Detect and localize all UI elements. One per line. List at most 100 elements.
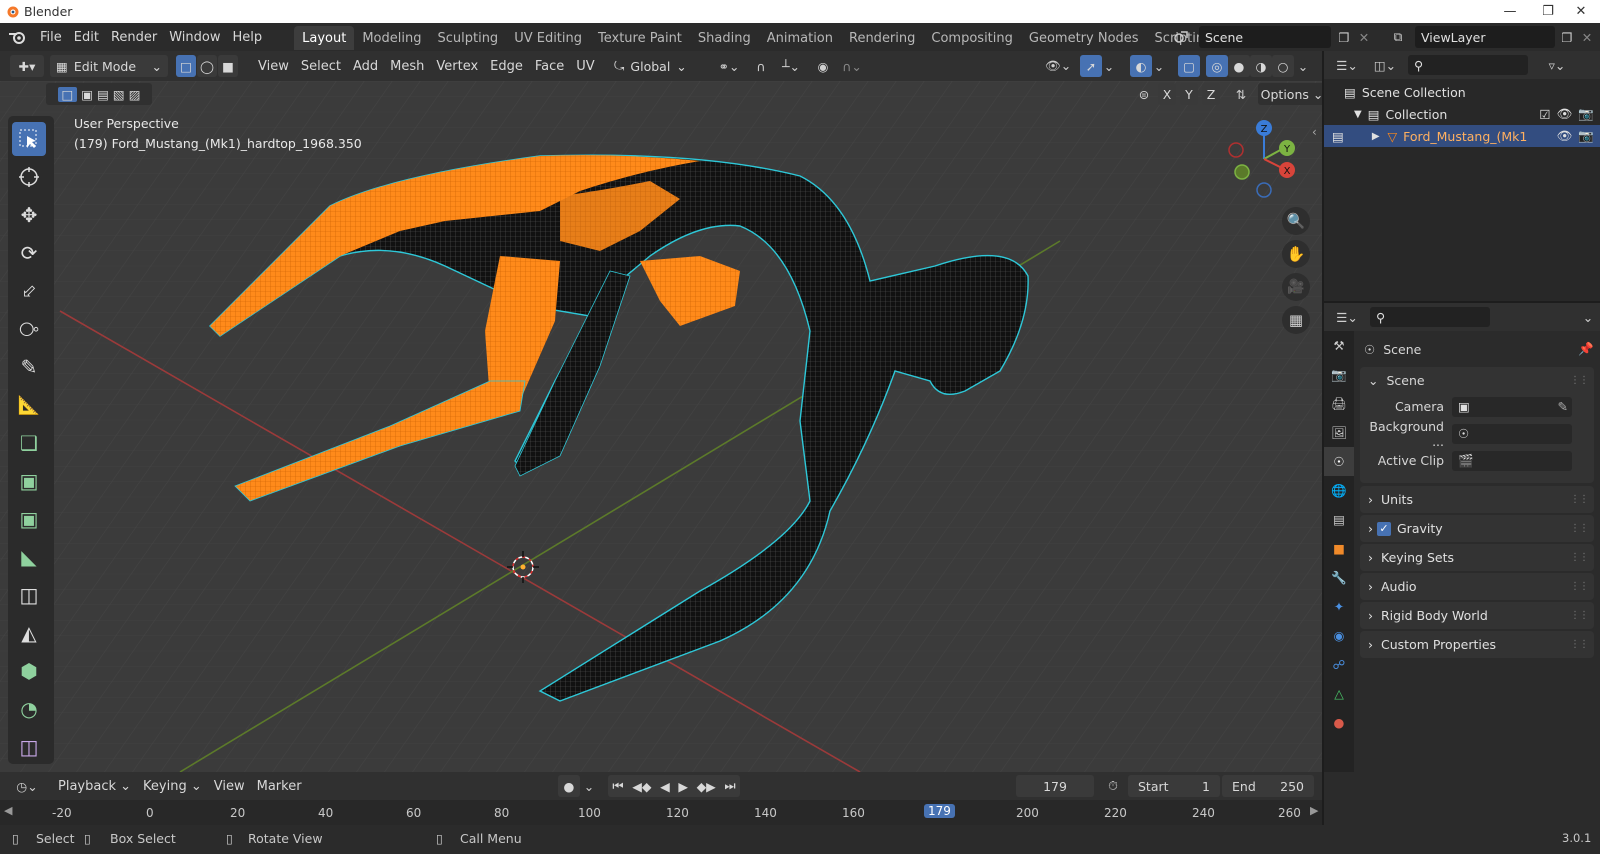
remove-scene-icon[interactable]: ✕ bbox=[1356, 26, 1372, 48]
chevron-down-icon[interactable]: ⌄ bbox=[1152, 55, 1166, 77]
auto-merge-icon[interactable]: ⇅ bbox=[1230, 87, 1252, 102]
smooth-tool-icon[interactable]: ◫ bbox=[12, 730, 46, 764]
camera-view-icon[interactable]: 🎥 bbox=[1282, 273, 1310, 301]
menu-add[interactable]: Add bbox=[347, 59, 384, 74]
gizmo-toggle-icon[interactable]: ➚ bbox=[1080, 55, 1102, 77]
tab-modeling[interactable]: Modeling bbox=[354, 26, 429, 50]
select-subtract-icon[interactable]: ▤ bbox=[97, 87, 109, 102]
scene-tab-icon[interactable]: ☉ bbox=[1324, 447, 1354, 476]
view-layer-tab-icon[interactable]: 🖼 bbox=[1324, 418, 1354, 447]
outliner-search-input[interactable]: ⚲ bbox=[1408, 55, 1528, 75]
mirror-x-button[interactable]: X bbox=[1158, 83, 1176, 105]
menu-edit[interactable]: Edit bbox=[68, 23, 105, 51]
rigid-body-world-panel[interactable]: › Rigid Body World ⋮⋮ bbox=[1360, 602, 1594, 629]
pin-icon[interactable]: 📌 bbox=[1578, 341, 1594, 357]
visibility-icon[interactable]: 👁⌄ bbox=[1040, 55, 1076, 77]
menu-vertex[interactable]: Vertex bbox=[430, 59, 484, 74]
menu-view[interactable]: View bbox=[252, 59, 295, 74]
select-new-icon[interactable]: □ bbox=[57, 86, 78, 102]
camera-icon[interactable]: 📷 bbox=[1578, 106, 1594, 122]
pivot-icon[interactable]: ⚭⌄ bbox=[712, 55, 746, 77]
object-mode-icon[interactable]: ▤ bbox=[1332, 129, 1344, 144]
eye-icon[interactable]: 👁 bbox=[1557, 106, 1573, 122]
extrude-tool-icon[interactable]: ▣ bbox=[12, 464, 46, 498]
menu-mesh[interactable]: Mesh bbox=[384, 59, 430, 74]
tab-geometry-nodes[interactable]: Geometry Nodes bbox=[1021, 26, 1147, 50]
drag-handle-icon[interactable]: ⋮⋮ bbox=[1570, 523, 1589, 534]
mirror-z-button[interactable]: Z bbox=[1202, 83, 1220, 105]
modifier-tab-icon[interactable]: 🔧 bbox=[1324, 563, 1354, 592]
spin-tool-icon[interactable]: ◔ bbox=[12, 692, 46, 726]
chevron-down-icon[interactable]: ⌄ bbox=[1576, 310, 1600, 325]
viewlayer-icon[interactable]: ⧉ bbox=[1384, 26, 1412, 48]
record-icon[interactable]: ● bbox=[558, 775, 580, 797]
cursor-tool-icon[interactable] bbox=[12, 160, 46, 194]
tab-animation[interactable]: Animation bbox=[759, 26, 841, 50]
3d-viewport[interactable]: Z Y X 🔍 ✋ 🎥 ▦ □ ▣ ▤ ▧ ▨ ⊜ X Y Z ⇅ Option… bbox=[0, 81, 1322, 772]
tool-tab-icon[interactable]: ⚒ bbox=[1324, 331, 1354, 360]
camera-icon[interactable]: 📷 bbox=[1578, 128, 1594, 144]
tab-sculpting[interactable]: Sculpting bbox=[429, 26, 506, 50]
annotate-tool-icon[interactable]: ✎ bbox=[12, 350, 46, 384]
physics-tab-icon[interactable]: ◉ bbox=[1324, 621, 1354, 650]
eyedropper-icon[interactable]: ✎ bbox=[1558, 399, 1568, 414]
mirror-icon[interactable]: ⊜ bbox=[1134, 87, 1154, 102]
chevron-right-icon[interactable]: ▶ bbox=[1372, 131, 1380, 142]
tab-texture-paint[interactable]: Texture Paint bbox=[590, 26, 690, 50]
menu-face[interactable]: Face bbox=[529, 59, 570, 74]
gizmo-neg-x-icon[interactable] bbox=[1228, 142, 1244, 158]
select-mode-buttons[interactable]: □ ▣ ▤ ▧ ▨ bbox=[46, 83, 152, 105]
chevron-down-icon[interactable]: ⌄ bbox=[582, 775, 596, 797]
menu-playback[interactable]: Playback ⌄ bbox=[52, 779, 137, 794]
drag-handle-icon[interactable]: ⋮⋮ bbox=[1570, 375, 1589, 386]
transform-orientation[interactable]: ⤿ Global ⌄ bbox=[614, 55, 704, 77]
drag-handle-icon[interactable]: ⋮⋮ bbox=[1570, 639, 1589, 650]
object-tab-icon[interactable]: ■ bbox=[1324, 534, 1354, 563]
outliner-editor-icon[interactable]: ☰⌄ bbox=[1332, 58, 1362, 73]
scene-panel-header[interactable]: ⌄ Scene ⋮⋮ bbox=[1360, 367, 1594, 393]
falloff-icon[interactable]: ∩⌄ bbox=[838, 55, 866, 77]
gravity-checkbox[interactable]: ✓ bbox=[1377, 521, 1391, 536]
filter-icon[interactable]: ▿⌄ bbox=[1542, 58, 1572, 73]
background-field[interactable]: ☉ bbox=[1452, 423, 1572, 444]
select-invert-icon[interactable]: ▧ bbox=[113, 87, 125, 102]
outliner-object-row[interactable]: ▤ ▶ ▽ Ford_Mustang_(Mk1 👁 📷 bbox=[1324, 125, 1600, 147]
outliner-scene-collection[interactable]: ▤ Scene Collection bbox=[1344, 81, 1466, 103]
loop-cut-tool-icon[interactable]: ◫ bbox=[12, 578, 46, 612]
custom-properties-panel[interactable]: › Custom Properties ⋮⋮ bbox=[1360, 631, 1594, 658]
remove-viewlayer-icon[interactable]: ✕ bbox=[1579, 26, 1595, 48]
outliner-collection[interactable]: ▼ ▤ Collection ☑ 👁 📷 bbox=[1354, 103, 1600, 125]
solid-shading-icon[interactable]: ● bbox=[1228, 55, 1250, 77]
jump-start-icon[interactable]: ⏮ bbox=[612, 778, 623, 794]
menu-help[interactable]: Help bbox=[227, 23, 269, 51]
minimize-button[interactable]: — bbox=[1491, 0, 1529, 23]
transform-tool-icon[interactable]: ⧂ bbox=[12, 312, 46, 346]
drag-handle-icon[interactable]: ⋮⋮ bbox=[1570, 552, 1589, 563]
mode-selector[interactable]: ▦ Edit Mode ⌄ bbox=[50, 55, 168, 77]
inset-tool-icon[interactable]: ▣ bbox=[12, 502, 46, 536]
select-intersect-icon[interactable]: ▨ bbox=[129, 87, 141, 102]
sidebar-toggle-icon[interactable]: ‹ bbox=[1312, 125, 1317, 139]
new-scene-icon[interactable]: ❐ bbox=[1334, 26, 1354, 48]
render-tab-icon[interactable]: 📷 bbox=[1324, 360, 1354, 389]
tab-shading[interactable]: Shading bbox=[690, 26, 759, 50]
output-tab-icon[interactable]: 🖨 bbox=[1324, 389, 1354, 418]
prev-keyframe-icon[interactable]: ◀◆ bbox=[632, 779, 651, 794]
active-clip-field[interactable]: 🎬 bbox=[1452, 450, 1572, 471]
mirror-y-button[interactable]: Y bbox=[1180, 83, 1198, 105]
snap-target-icon[interactable]: ┴⌄ bbox=[774, 55, 808, 77]
camera-field[interactable]: ▣ ✎ bbox=[1452, 396, 1572, 417]
play-reverse-icon[interactable]: ◀ bbox=[660, 779, 670, 794]
menu-render[interactable]: Render bbox=[105, 23, 163, 51]
select-box-tool-icon[interactable] bbox=[12, 122, 46, 156]
move-tool-icon[interactable]: ✥ bbox=[12, 198, 46, 232]
navigation-gizmo[interactable]: Z Y X bbox=[1220, 117, 1300, 207]
perspective-grid-icon[interactable]: ▦ bbox=[1282, 306, 1310, 334]
menu-uv[interactable]: UV bbox=[570, 59, 600, 74]
collection-tab-icon[interactable]: ▤ bbox=[1324, 505, 1354, 534]
new-viewlayer-icon[interactable]: ❐ bbox=[1557, 26, 1577, 48]
wireframe-shading-icon[interactable]: ◎ bbox=[1206, 55, 1228, 77]
drag-handle-icon[interactable]: ⋮⋮ bbox=[1570, 610, 1589, 621]
close-window-button[interactable]: ✕ bbox=[1562, 0, 1600, 23]
rendered-shading-icon[interactable]: ○ bbox=[1272, 55, 1294, 77]
